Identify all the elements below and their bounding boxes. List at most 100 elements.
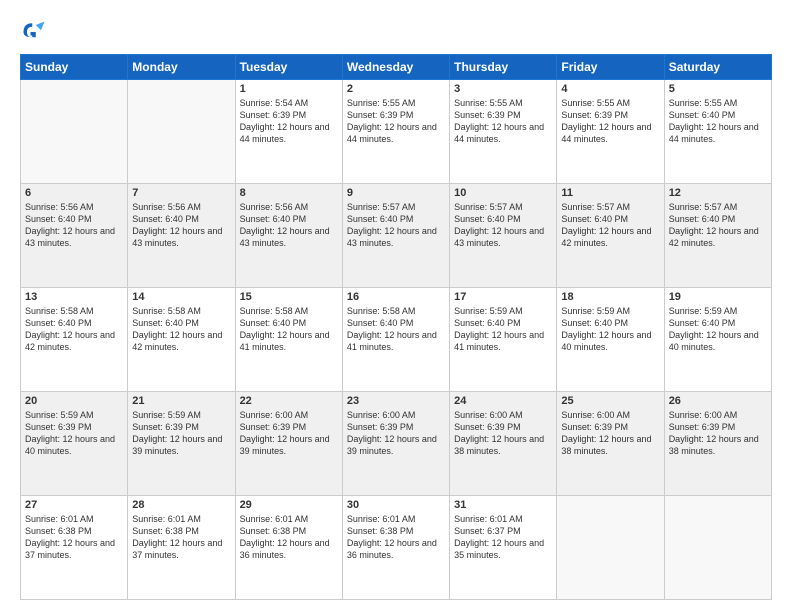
calendar-cell: 11 Sunrise: 5:57 AM Sunset: 6:40 PM Dayli… <box>557 184 664 288</box>
calendar-cell <box>557 496 664 600</box>
day-number: 30 <box>347 499 445 511</box>
cell-daylight-info: Sunrise: 5:55 AM Sunset: 6:39 PM Dayligh… <box>561 97 659 146</box>
day-number: 7 <box>132 187 230 199</box>
day-number: 31 <box>454 499 552 511</box>
cell-daylight-info: Sunrise: 5:58 AM Sunset: 6:40 PM Dayligh… <box>132 305 230 354</box>
day-number: 4 <box>561 83 659 95</box>
calendar-cell: 19 Sunrise: 5:59 AM Sunset: 6:40 PM Dayli… <box>664 288 771 392</box>
cell-daylight-info: Sunrise: 5:57 AM Sunset: 6:40 PM Dayligh… <box>454 201 552 250</box>
day-number: 22 <box>240 395 338 407</box>
calendar-cell: 3 Sunrise: 5:55 AM Sunset: 6:39 PM Daylig… <box>450 80 557 184</box>
cell-daylight-info: Sunrise: 5:59 AM Sunset: 6:40 PM Dayligh… <box>454 305 552 354</box>
week-row-1: 1 Sunrise: 5:54 AM Sunset: 6:39 PM Daylig… <box>21 80 772 184</box>
day-number: 29 <box>240 499 338 511</box>
day-number: 21 <box>132 395 230 407</box>
day-number: 17 <box>454 291 552 303</box>
cell-daylight-info: Sunrise: 5:56 AM Sunset: 6:40 PM Dayligh… <box>25 201 123 250</box>
cell-daylight-info: Sunrise: 6:01 AM Sunset: 6:38 PM Dayligh… <box>347 513 445 562</box>
calendar-cell: 20 Sunrise: 5:59 AM Sunset: 6:39 PM Dayli… <box>21 392 128 496</box>
calendar-cell: 4 Sunrise: 5:55 AM Sunset: 6:39 PM Daylig… <box>557 80 664 184</box>
cell-daylight-info: Sunrise: 6:00 AM Sunset: 6:39 PM Dayligh… <box>347 409 445 458</box>
day-number: 3 <box>454 83 552 95</box>
weekday-header-saturday: Saturday <box>664 55 771 80</box>
day-number: 11 <box>561 187 659 199</box>
calendar-cell: 22 Sunrise: 6:00 AM Sunset: 6:39 PM Dayli… <box>235 392 342 496</box>
cell-daylight-info: Sunrise: 5:59 AM Sunset: 6:40 PM Dayligh… <box>669 305 767 354</box>
weekday-header-tuesday: Tuesday <box>235 55 342 80</box>
weekday-header-monday: Monday <box>128 55 235 80</box>
day-number: 16 <box>347 291 445 303</box>
day-number: 10 <box>454 187 552 199</box>
calendar-table: SundayMondayTuesdayWednesdayThursdayFrid… <box>20 54 772 600</box>
calendar-cell: 27 Sunrise: 6:01 AM Sunset: 6:38 PM Dayli… <box>21 496 128 600</box>
page: SundayMondayTuesdayWednesdayThursdayFrid… <box>0 0 792 612</box>
week-row-4: 20 Sunrise: 5:59 AM Sunset: 6:39 PM Dayli… <box>21 392 772 496</box>
weekday-header-friday: Friday <box>557 55 664 80</box>
day-number: 27 <box>25 499 123 511</box>
day-number: 5 <box>669 83 767 95</box>
day-number: 8 <box>240 187 338 199</box>
weekday-header-sunday: Sunday <box>21 55 128 80</box>
calendar-cell: 12Sunrise: 5:57 AM Sunset: 6:40 PM Dayli… <box>664 184 771 288</box>
calendar-cell: 31 Sunrise: 6:01 AM Sunset: 6:37 PM Dayli… <box>450 496 557 600</box>
calendar-cell: 26 Sunrise: 6:00 AM Sunset: 6:39 PM Dayli… <box>664 392 771 496</box>
week-row-5: 27 Sunrise: 6:01 AM Sunset: 6:38 PM Dayli… <box>21 496 772 600</box>
calendar-cell: 15Sunrise: 5:58 AM Sunset: 6:40 PM Dayli… <box>235 288 342 392</box>
cell-daylight-info: Sunrise: 6:01 AM Sunset: 6:38 PM Dayligh… <box>25 513 123 562</box>
cell-daylight-info: Sunrise: 6:01 AM Sunset: 6:38 PM Dayligh… <box>240 513 338 562</box>
cell-daylight-info: Sunrise: 6:00 AM Sunset: 6:39 PM Dayligh… <box>454 409 552 458</box>
day-number: 26 <box>669 395 767 407</box>
calendar-cell: 2 Sunrise: 5:55 AM Sunset: 6:39 PM Daylig… <box>342 80 449 184</box>
weekday-header-thursday: Thursday <box>450 55 557 80</box>
day-number: 20 <box>25 395 123 407</box>
cell-daylight-info: Sunrise: 5:56 AM Sunset: 6:40 PM Dayligh… <box>132 201 230 250</box>
cell-daylight-info: Sunrise: 5:59 AM Sunset: 6:40 PM Dayligh… <box>561 305 659 354</box>
day-number: 14 <box>132 291 230 303</box>
cell-daylight-info: Sunrise: 5:55 AM Sunset: 6:39 PM Dayligh… <box>347 97 445 146</box>
cell-daylight-info: Sunrise: 5:57 AM Sunset: 6:40 PM Dayligh… <box>347 201 445 250</box>
calendar-cell: 21 Sunrise: 5:59 AM Sunset: 6:39 PM Dayli… <box>128 392 235 496</box>
week-row-2: 6Sunrise: 5:56 AM Sunset: 6:40 PM Daylig… <box>21 184 772 288</box>
day-number: 1 <box>240 83 338 95</box>
calendar-cell: 1 Sunrise: 5:54 AM Sunset: 6:39 PM Daylig… <box>235 80 342 184</box>
calendar-cell: 13Sunrise: 5:58 AM Sunset: 6:40 PM Dayli… <box>21 288 128 392</box>
calendar-cell: 10 Sunrise: 5:57 AM Sunset: 6:40 PM Dayli… <box>450 184 557 288</box>
week-row-3: 13Sunrise: 5:58 AM Sunset: 6:40 PM Dayli… <box>21 288 772 392</box>
day-number: 23 <box>347 395 445 407</box>
cell-daylight-info: Sunrise: 5:56 AM Sunset: 6:40 PM Dayligh… <box>240 201 338 250</box>
calendar-cell: 30 Sunrise: 6:01 AM Sunset: 6:38 PM Dayli… <box>342 496 449 600</box>
calendar-cell: 5 Sunrise: 5:55 AM Sunset: 6:40 PM Daylig… <box>664 80 771 184</box>
cell-daylight-info: Sunrise: 5:59 AM Sunset: 6:39 PM Dayligh… <box>132 409 230 458</box>
weekday-header-wednesday: Wednesday <box>342 55 449 80</box>
cell-daylight-info: Sunrise: 6:00 AM Sunset: 6:39 PM Dayligh… <box>669 409 767 458</box>
calendar-cell: 16 Sunrise: 5:58 AM Sunset: 6:40 PM Dayli… <box>342 288 449 392</box>
calendar-cell: 17 Sunrise: 5:59 AM Sunset: 6:40 PM Dayli… <box>450 288 557 392</box>
cell-daylight-info: Sunrise: 5:58 AM Sunset: 6:40 PM Dayligh… <box>347 305 445 354</box>
cell-daylight-info: Sunrise: 5:59 AM Sunset: 6:39 PM Dayligh… <box>25 409 123 458</box>
day-number: 9 <box>347 187 445 199</box>
calendar-cell <box>21 80 128 184</box>
cell-daylight-info: Sunrise: 6:01 AM Sunset: 6:37 PM Dayligh… <box>454 513 552 562</box>
calendar-cell: 28 Sunrise: 6:01 AM Sunset: 6:38 PM Dayli… <box>128 496 235 600</box>
calendar-cell: 7 Sunrise: 5:56 AM Sunset: 6:40 PM Daylig… <box>128 184 235 288</box>
calendar-cell: 24 Sunrise: 6:00 AM Sunset: 6:39 PM Dayli… <box>450 392 557 496</box>
cell-daylight-info: Sunrise: 5:55 AM Sunset: 6:40 PM Dayligh… <box>669 97 767 146</box>
logo-icon <box>20 18 48 46</box>
calendar-cell <box>664 496 771 600</box>
cell-daylight-info: Sunrise: 6:01 AM Sunset: 6:38 PM Dayligh… <box>132 513 230 562</box>
day-number: 2 <box>347 83 445 95</box>
day-number: 18 <box>561 291 659 303</box>
cell-daylight-info: Sunrise: 5:57 AM Sunset: 6:40 PM Dayligh… <box>561 201 659 250</box>
day-number: 28 <box>132 499 230 511</box>
calendar-cell <box>128 80 235 184</box>
calendar-cell: 18 Sunrise: 5:59 AM Sunset: 6:40 PM Dayli… <box>557 288 664 392</box>
day-number: 25 <box>561 395 659 407</box>
day-number: 12 <box>669 187 767 199</box>
day-number: 24 <box>454 395 552 407</box>
header <box>20 18 772 46</box>
day-number: 19 <box>669 291 767 303</box>
cell-daylight-info: Sunrise: 5:54 AM Sunset: 6:39 PM Dayligh… <box>240 97 338 146</box>
cell-daylight-info: Sunrise: 6:00 AM Sunset: 6:39 PM Dayligh… <box>240 409 338 458</box>
cell-daylight-info: Sunrise: 5:55 AM Sunset: 6:39 PM Dayligh… <box>454 97 552 146</box>
weekday-header-row: SundayMondayTuesdayWednesdayThursdayFrid… <box>21 55 772 80</box>
